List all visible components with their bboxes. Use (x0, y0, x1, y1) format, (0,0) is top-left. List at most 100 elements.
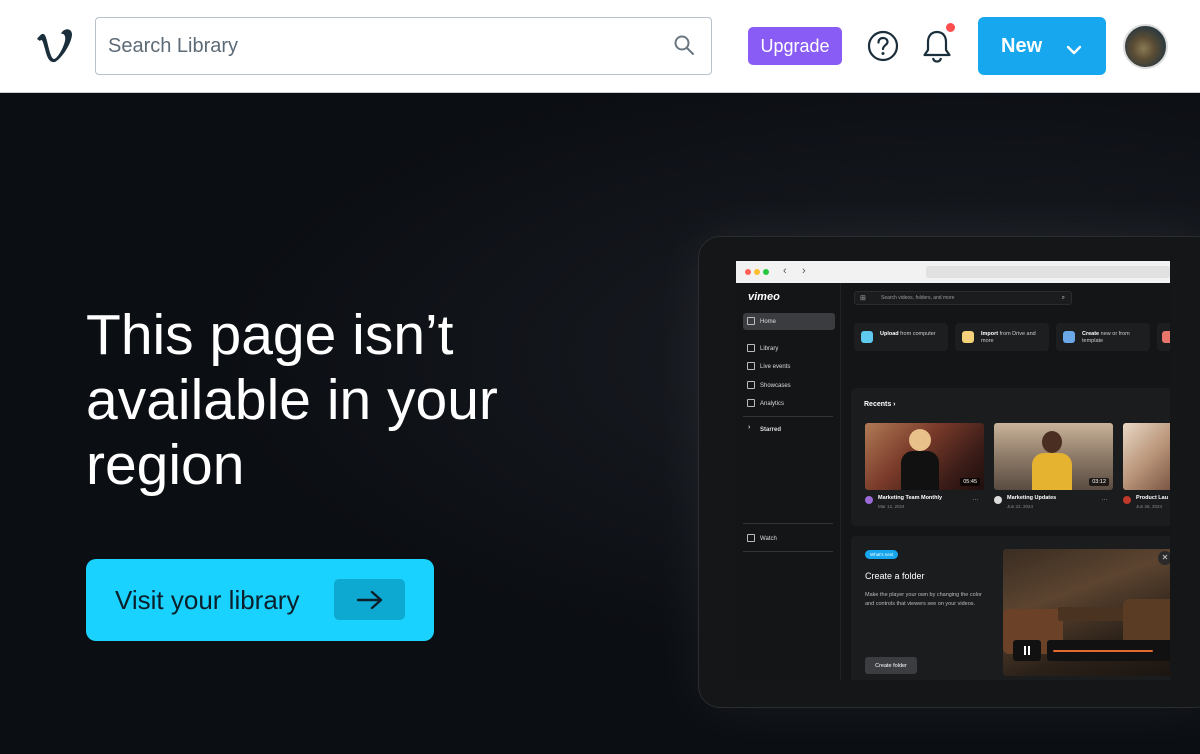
create-card: Create new or from template (1056, 323, 1150, 351)
mockup-sidebar-item-analytics: Analytics (743, 395, 835, 412)
import-card: Import from Drive and more (955, 323, 1049, 351)
overflow-card (1157, 323, 1170, 351)
close-icon: ✕ (1158, 551, 1170, 565)
mockup-sidebar-label: Live events (760, 363, 791, 370)
visit-library-label: Visit your library (115, 585, 300, 615)
video-title: Marketing Team Monthly (878, 495, 943, 501)
video-thumbnail: 05:45 (865, 423, 984, 490)
video-owner-avatar (1123, 496, 1131, 504)
recents-title: Recents › (864, 401, 896, 408)
import-icon (962, 331, 974, 343)
page-title: This page isn’t available in your region (86, 303, 498, 497)
upload-card: Upload from computer (854, 323, 948, 351)
mockup-app: vimeo Home Library Live events Showcases… (736, 283, 1170, 680)
forward-arrow-icon: › (802, 265, 806, 277)
search-input[interactable] (108, 18, 648, 74)
video-duration: 03:12 (1089, 478, 1109, 486)
back-arrow-icon: ‹ (783, 265, 787, 277)
more-options-icon: … (1101, 495, 1108, 502)
create-folder-button: Create folder (865, 657, 917, 674)
mockup-sidebar-item-watch: Watch (743, 530, 835, 547)
browser-chrome: ‹ › (736, 261, 1170, 283)
monitor-icon (747, 534, 755, 542)
person-figure (909, 429, 931, 451)
person-figure (901, 451, 939, 490)
notifications-bell-icon[interactable] (920, 28, 954, 64)
library-icon (747, 344, 755, 352)
upgrade-button[interactable]: Upgrade (748, 27, 842, 65)
video-thumbnail: 03:12 (994, 423, 1113, 490)
url-bar (926, 266, 1170, 278)
add-icon: ⊞ (860, 295, 866, 302)
video-duration: 05:45 (960, 478, 980, 486)
mockup-screen: ‹ › vimeo Home Library Live events Showc… (736, 261, 1170, 680)
video-thumbnail (1123, 423, 1170, 490)
more-options-icon: … (972, 495, 979, 502)
showcases-icon (747, 381, 755, 389)
video-date: Mar 12, 2024 (878, 504, 905, 509)
top-bar: Upgrade New (0, 0, 1200, 93)
window-maximize-dot (763, 269, 769, 275)
search-icon[interactable] (673, 34, 695, 56)
window-close-dot (745, 269, 751, 275)
create-icon (1063, 331, 1075, 343)
sidebar-divider (743, 523, 833, 524)
video-title: Marketing Updates (1007, 495, 1057, 501)
sidebar-divider (743, 416, 833, 417)
home-icon (747, 317, 755, 325)
video-owner-avatar (994, 496, 1002, 504)
record-icon (1162, 331, 1170, 343)
vimeo-logo-icon[interactable] (35, 27, 73, 63)
notification-dot (945, 22, 956, 33)
search-icon: ⌕ (1061, 295, 1065, 301)
person-figure (1032, 453, 1072, 490)
video-owner-avatar (865, 496, 873, 504)
mockup-sidebar-label: Watch (760, 535, 777, 542)
person-figure (1042, 431, 1062, 453)
recents-panel: Recents › 05:45 Marketing Team Monthly M… (851, 388, 1170, 526)
video-title: Product Lau (1136, 495, 1169, 501)
pause-icon (1013, 640, 1041, 661)
video-date: Jun 26, 2024 (1136, 504, 1163, 509)
upload-card-title: Upload (880, 331, 899, 337)
mockup-brand-logo: vimeo (748, 291, 780, 303)
new-button-label: New (1001, 34, 1043, 57)
chevron-right-icon: › (748, 424, 751, 431)
mockup-search: ⊞ Search videos, folders, and more ⌕ (854, 291, 1072, 305)
create-card-title: Create (1082, 331, 1100, 337)
visit-library-button[interactable]: Visit your library (86, 559, 434, 641)
mockup-sidebar-item-showcases: Showcases (743, 377, 835, 394)
promo-title: Create a folder (865, 571, 925, 581)
promo-description: Make the player your own by changing the… (865, 592, 982, 607)
user-avatar[interactable] (1123, 24, 1168, 69)
sidebar-divider (743, 551, 833, 552)
mockup-sidebar-label: Library (760, 345, 779, 352)
video-progress-fill (1053, 650, 1153, 652)
analytics-icon (747, 399, 755, 407)
whats-next-badge: What's next (865, 550, 899, 559)
mockup-sidebar-item-home: Home (743, 313, 835, 330)
mockup-sidebar-label: Analytics (760, 400, 785, 407)
video-date: Jun 22, 2024 (1007, 504, 1034, 509)
mockup-search-placeholder: Search videos, folders, and more (881, 295, 955, 301)
mockup-sidebar-label: Home (760, 318, 777, 325)
mockup-sidebar: vimeo Home Library Live events Showcases… (736, 283, 841, 680)
video-camera-icon (747, 362, 755, 370)
mockup-sidebar-item-starred: › Starred (743, 421, 835, 438)
upload-card-text: from computer (898, 331, 936, 337)
arrow-right-icon (334, 579, 405, 620)
upload-icon (861, 331, 873, 343)
import-card-title: Import (981, 331, 999, 337)
create-folder-promo: What's next Create a folder Make the pla… (851, 536, 1170, 680)
video-progress-bar (1047, 640, 1170, 661)
new-button[interactable]: New (978, 17, 1106, 75)
mockup-sidebar-item-library: Library (743, 340, 835, 357)
search-bar (95, 17, 712, 75)
chevron-down-icon (1066, 39, 1082, 55)
mockup-sidebar-label: Showcases (760, 382, 791, 389)
promo-video-preview (1003, 549, 1170, 676)
help-icon[interactable] (867, 30, 899, 62)
window-minimize-dot (754, 269, 760, 275)
mockup-sidebar-item-live-events: Live events (743, 358, 835, 375)
table-shape (1058, 607, 1128, 621)
